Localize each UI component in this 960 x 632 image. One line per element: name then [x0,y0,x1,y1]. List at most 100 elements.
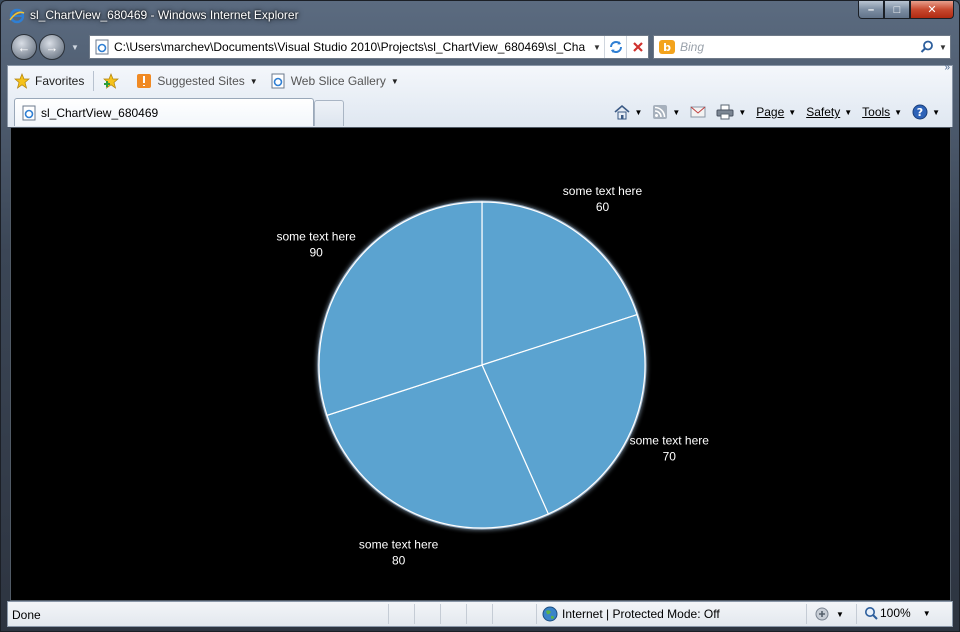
close-button[interactable]: ✕ [910,1,954,19]
command-bar: ▼ ▼ ▼ Page ▼ Safety ▼ Tools ▼ ? ▼ [604,100,940,124]
status-divider [466,604,467,624]
pie-slices [317,200,647,530]
slice-label: some text here [359,537,439,551]
maximize-button[interactable]: □ [884,1,910,19]
mail-icon [690,106,706,118]
svg-text:b: b [663,41,671,54]
slice-label: some text here [276,230,356,244]
suggested-sites-label: Suggested Sites [157,74,245,88]
search-bar[interactable]: b Bing ▼ [653,35,951,59]
pie-chart: some text here 60 some text here 70 some tex… [276,184,710,567]
slice-value: 80 [392,553,406,567]
separator [93,71,95,91]
addons-icon [815,607,829,621]
print-icon [716,104,734,120]
suggested-sites-button[interactable]: Suggested Sites ▼ [130,69,263,93]
chevron-down-icon: ▼ [788,107,797,117]
svg-text:?: ? [917,106,923,119]
window-controls: – □ ✕ [858,1,954,21]
stop-icon [632,42,643,52]
tab-row: sl_ChartView_680469 ▼ ▼ ▼ Page ▼ Safety … [8,62,952,128]
security-zone-label: Internet | Protected Mode: Off [562,607,720,621]
status-divider [414,604,415,624]
search-icon [920,40,933,53]
navigation-bar: ← → ▼ C:\Users\marchev\Documents\Visual … [1,31,959,65]
web-slice-gallery-button[interactable]: Web Slice Gallery ▼ [264,69,405,93]
suggested-sites-icon [137,74,152,88]
favorites-label: Favorites [35,74,85,88]
search-options-dropdown[interactable]: ▼ [936,43,950,52]
zoom-control[interactable]: 100% ▼ [864,606,931,620]
slice-value: 70 [663,449,677,463]
address-bar[interactable]: C:\Users\marchev\Documents\Visual Studio… [89,35,649,59]
status-divider [492,604,493,624]
forward-button[interactable]: → [39,34,65,60]
address-dropdown[interactable]: ▼ [590,43,604,52]
refresh-icon [609,41,622,53]
chevron-down-icon: ▼ [894,107,903,117]
status-divider [536,604,537,624]
chevron-down-icon: ▼ [672,107,681,117]
chevron-down-icon: ▼ [836,609,844,619]
stop-button[interactable] [626,36,648,58]
web-slice-icon [271,73,285,89]
search-input[interactable]: Bing [680,40,918,54]
star-icon [14,73,30,89]
page-icon [95,39,109,55]
globe-icon [542,606,558,622]
feeds-icon [653,105,668,119]
tab-current[interactable]: sl_ChartView_680469 [14,98,314,126]
page-icon [22,105,36,120]
ie-icon [9,8,25,24]
chevron-down-icon: ▼ [932,107,940,117]
print-button[interactable]: ▼ [716,104,746,120]
read-mail-button[interactable] [690,105,706,119]
help-icon: ? [912,104,928,120]
status-divider [806,604,807,624]
status-bar: Done Internet | Protected Mode: Off ▼ 10… [7,601,953,627]
home-icon [614,104,630,120]
status-divider [388,604,389,624]
bing-icon: b [659,40,675,54]
chevron-down-icon: ▼ [249,76,258,86]
page-menu-label: Page [756,105,785,119]
addons-button[interactable]: ▼ [814,606,844,622]
home-button[interactable]: ▼ [614,104,642,120]
status-text: Done [12,608,41,622]
refresh-button[interactable] [604,36,626,58]
safety-menu-label: Safety [806,105,841,119]
back-button[interactable]: ← [11,34,37,60]
add-favorite-icon [103,73,120,89]
more-commands-button[interactable]: » [944,62,950,73]
help-menu[interactable]: ? ▼ [912,104,940,120]
window-title: sl_ChartView_680469 - Windows Internet E… [30,8,299,22]
address-input[interactable]: C:\Users\marchev\Documents\Visual Studio… [114,40,590,54]
page-menu[interactable]: Page ▼ [756,105,796,119]
zoom-level: 100% [880,606,911,620]
slice-label: some text here [630,433,710,447]
tools-menu-label: Tools [862,105,891,119]
favorites-bar: Favorites Suggested Sites ▼ Web Slice Ga… [8,66,952,96]
title-bar[interactable]: sl_ChartView_680469 - Windows Internet E… [1,1,959,31]
chevron-down-icon: ▼ [844,107,853,117]
slice-value: 90 [309,246,323,260]
minimize-button[interactable]: – [858,1,884,19]
zoom-icon [865,607,878,620]
new-tab-button[interactable] [314,100,344,126]
status-divider [440,604,441,624]
status-divider [856,604,857,624]
favorites-button[interactable]: Favorites [8,69,90,93]
tab-label: sl_ChartView_680469 [41,105,159,120]
web-slice-gallery-label: Web Slice Gallery [290,74,386,88]
page-content: some text here 60 some text here 70 some tex… [10,127,951,601]
security-zone[interactable]: Internet | Protected Mode: Off [542,606,720,622]
chevron-down-icon: ▼ [738,107,747,117]
feeds-button[interactable]: ▼ [652,104,680,120]
safety-menu[interactable]: Safety ▼ [806,105,852,119]
tools-menu[interactable]: Tools ▼ [862,105,902,119]
recent-pages-dropdown[interactable]: ▼ [71,43,79,52]
search-button[interactable] [918,38,936,56]
chevron-down-icon: ▼ [922,608,931,618]
add-to-favorites-button[interactable] [97,69,130,93]
chevron-down-icon: ▼ [390,76,399,86]
